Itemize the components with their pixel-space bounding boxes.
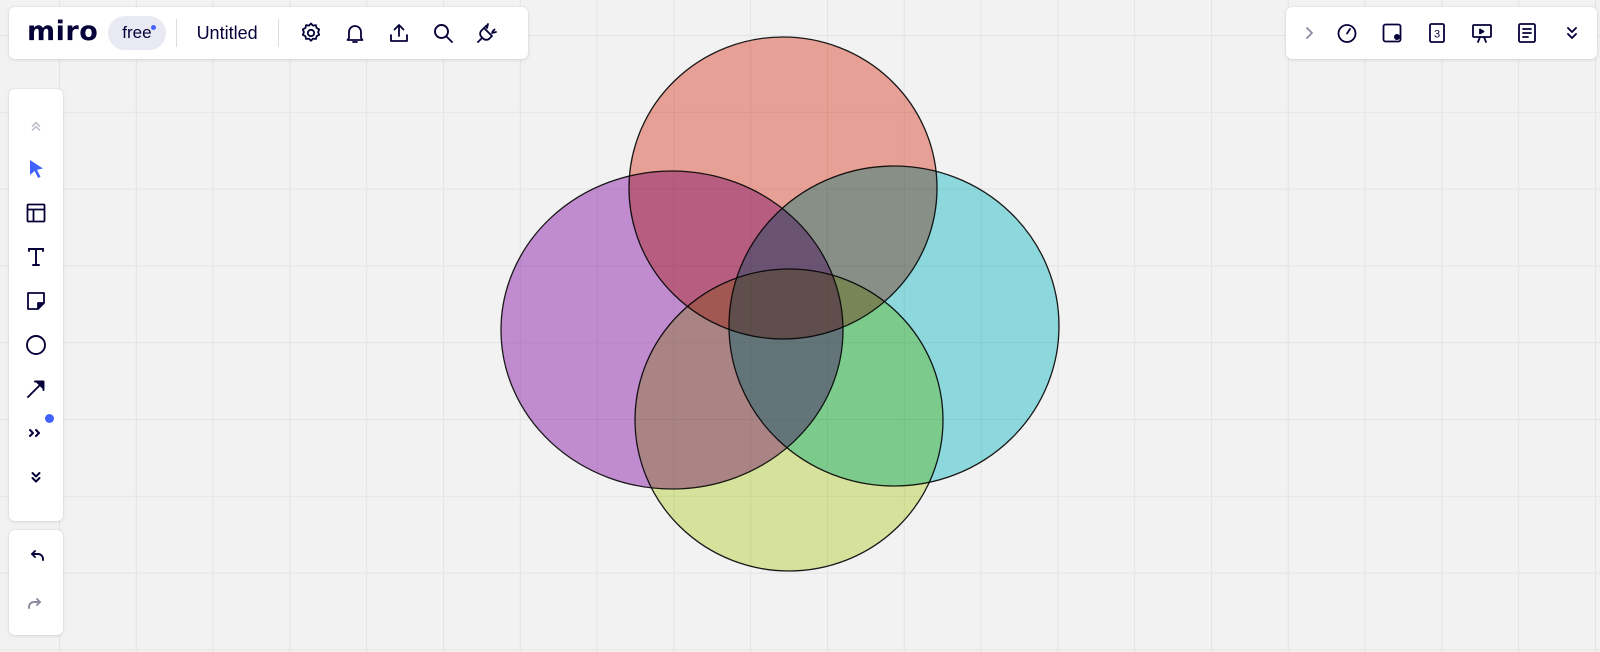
text-tool-icon[interactable] — [14, 235, 58, 279]
double-chevron-down-icon[interactable] — [1549, 11, 1594, 55]
chevron-right-icon[interactable] — [1294, 11, 1324, 55]
venn-diagram — [500, 36, 1060, 572]
shape-circle-icon[interactable] — [14, 323, 58, 367]
collapse-up-icon[interactable] — [14, 103, 58, 147]
template-layout-icon[interactable] — [14, 191, 58, 235]
undo-icon[interactable] — [14, 536, 58, 580]
card-with-dot-icon[interactable] — [1369, 11, 1414, 55]
count-badge-icon[interactable]: 3 — [1414, 11, 1459, 55]
notifications-bell-icon[interactable] — [333, 11, 377, 55]
top-left-toolbar: miro free Untitled — [9, 7, 528, 59]
notes-icon[interactable] — [1504, 11, 1549, 55]
upload-icon[interactable] — [377, 11, 421, 55]
expand-down-icon[interactable] — [14, 455, 58, 499]
redo-icon[interactable] — [14, 584, 58, 628]
history-toolbar — [9, 530, 63, 635]
settings-icon[interactable] — [289, 11, 333, 55]
arrow-connector-icon[interactable] — [14, 367, 58, 411]
plan-badge-label: free — [122, 23, 152, 42]
search-icon[interactable] — [421, 11, 465, 55]
more-tools-notification-dot — [45, 414, 54, 423]
select-cursor-icon[interactable] — [14, 147, 58, 191]
plan-badge-dot — [150, 25, 156, 30]
count-badge-text: 3 — [1433, 29, 1439, 41]
divider — [277, 19, 279, 47]
left-toolbar — [9, 89, 63, 521]
divider — [175, 19, 177, 47]
presentation-icon[interactable] — [1459, 11, 1504, 55]
plug-icon[interactable] — [465, 11, 509, 55]
top-right-toolbar: 3 — [1286, 7, 1597, 59]
sticky-note-icon[interactable] — [14, 279, 58, 323]
miro-logo[interactable]: miro — [27, 18, 98, 45]
bottom-circle[interactable] — [634, 268, 944, 572]
board-title[interactable]: Untitled — [187, 7, 268, 59]
plan-badge[interactable]: free — [108, 16, 166, 50]
timer-icon[interactable] — [1324, 11, 1369, 55]
